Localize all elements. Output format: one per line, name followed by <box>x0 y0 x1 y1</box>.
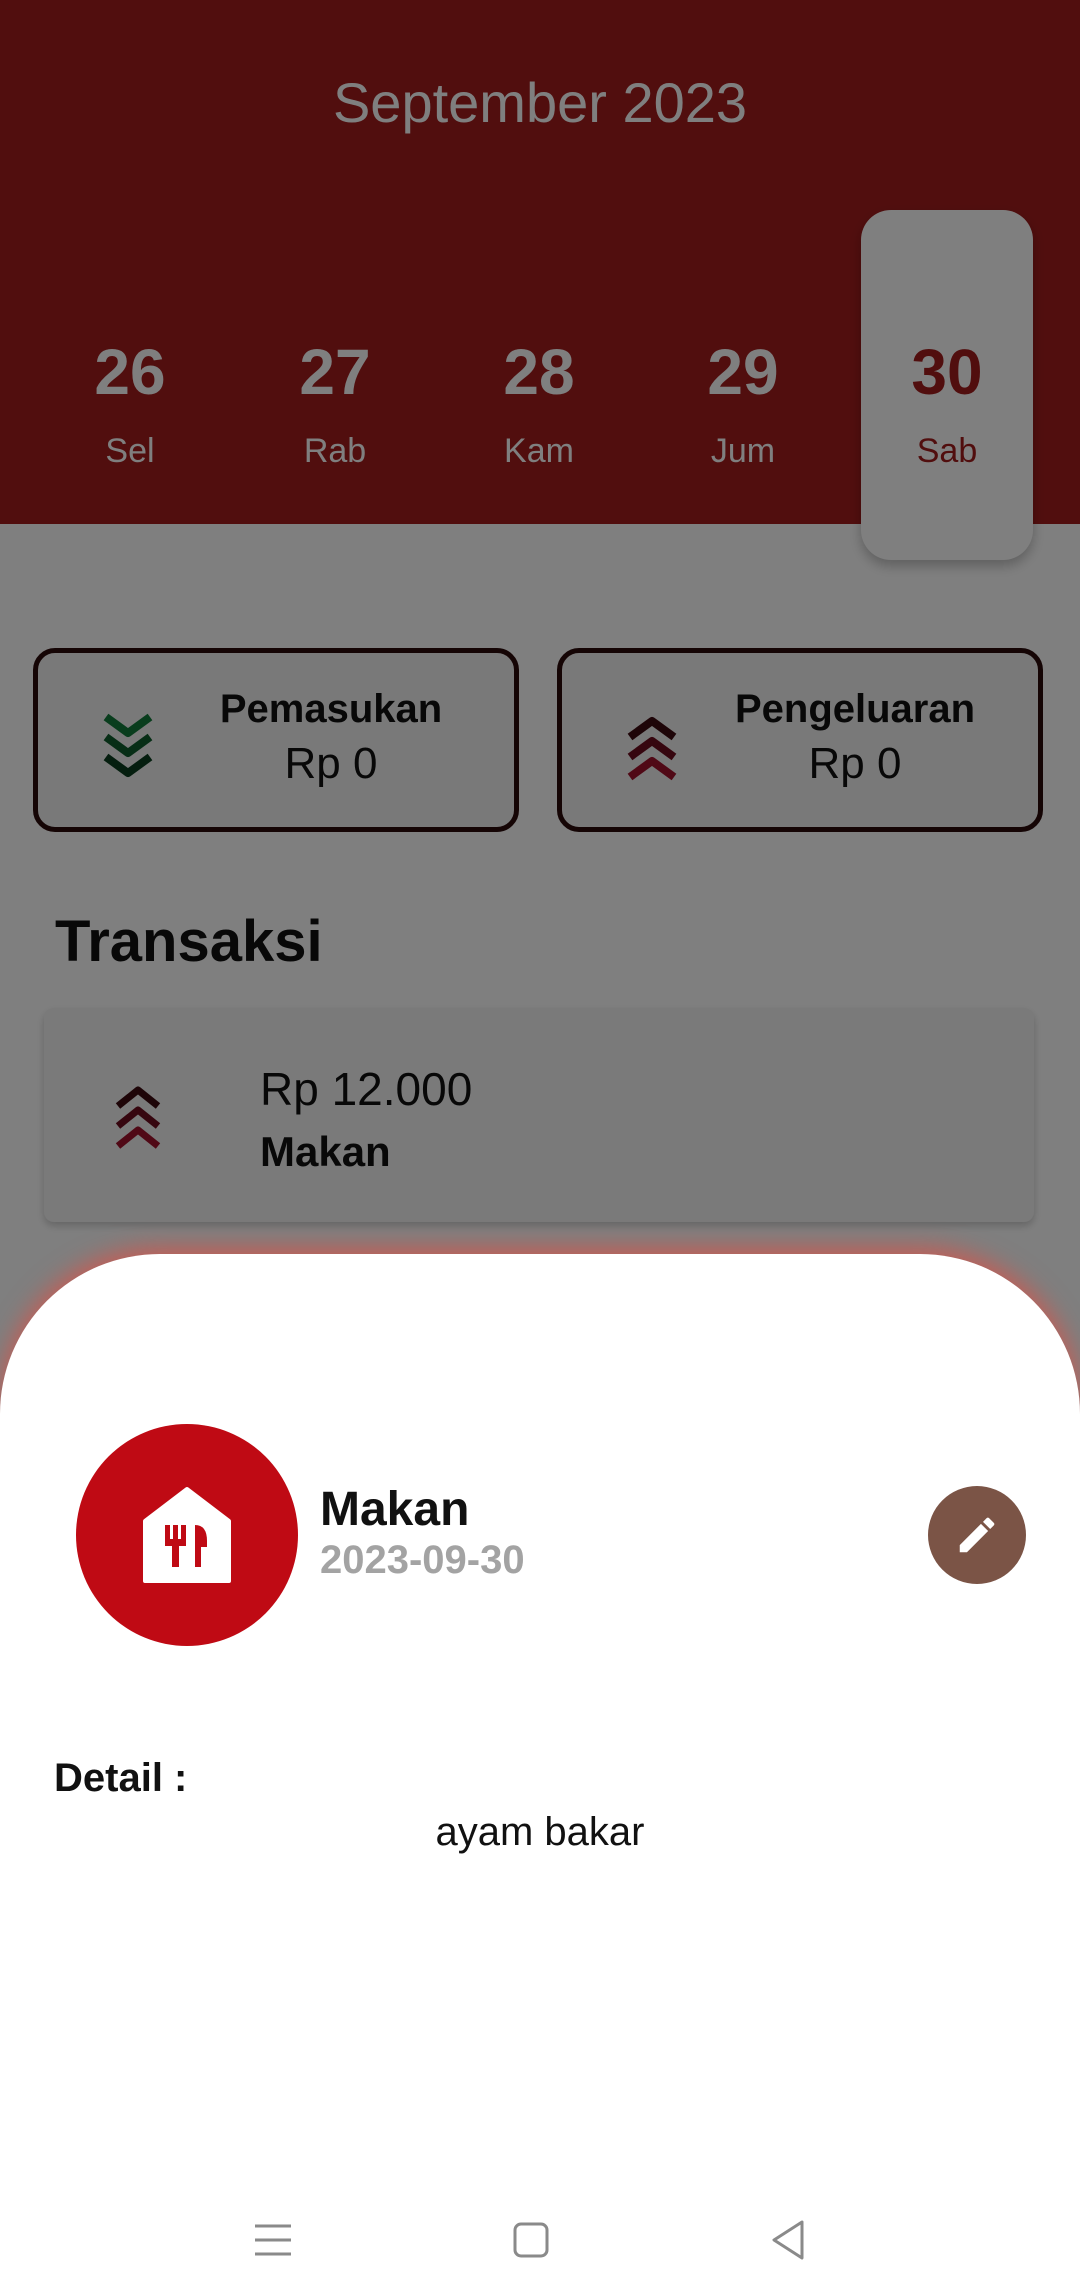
detail-text: ayam bakar <box>435 1810 645 1854</box>
transaction-detail-sheet: Makan 2023-09-30 Detail : ayam bakar <box>0 1254 1080 2294</box>
back-triangle-icon[interactable] <box>758 2210 818 2270</box>
detail-category: Makan <box>320 1483 470 1536</box>
detail-date: 2023-09-30 <box>320 1538 525 1582</box>
home-square-icon[interactable] <box>501 2210 561 2270</box>
pencil-icon <box>959 1517 995 1553</box>
detail-label: Detail : <box>54 1756 188 1800</box>
restaurant-icon <box>143 1487 231 1583</box>
edit-button[interactable] <box>928 1486 1026 1584</box>
category-avatar <box>76 1424 298 1646</box>
app-screen: September 2023 26 Sel 27 Rab 28 Kam 29 J… <box>0 0 1080 2294</box>
system-navigation-bar <box>0 2186 1080 2294</box>
menu-icon[interactable] <box>243 2210 303 2270</box>
